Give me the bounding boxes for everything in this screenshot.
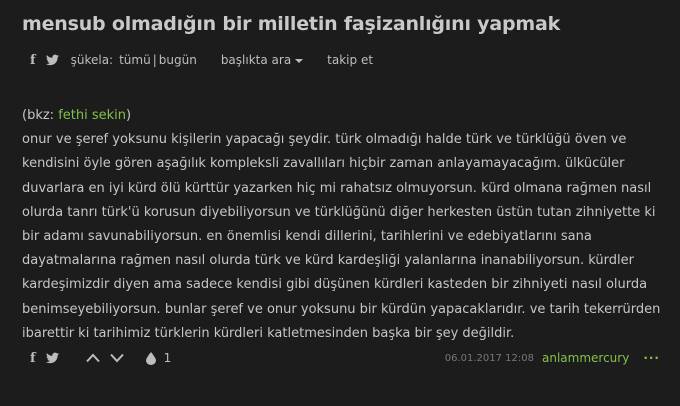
bkz-close: ) <box>126 108 132 123</box>
caret-down-icon <box>295 58 304 63</box>
entry-date[interactable]: 06.01.2017 12:08 <box>445 353 534 364</box>
topic-title[interactable]: mensub olmadığın bir milletin faşizanlığ… <box>22 13 560 35</box>
twitter-icon[interactable] <box>45 352 59 364</box>
search-in-topic-label: başlıkta ara <box>220 53 292 67</box>
facebook-icon[interactable]: f <box>30 351 36 366</box>
upvote-icon[interactable] <box>85 353 100 363</box>
filter-separator: | <box>152 53 157 67</box>
filter-all-link[interactable]: tümü <box>119 53 151 67</box>
entry-author[interactable]: anlammercury <box>542 351 629 365</box>
entry-body: onur ve şeref yoksunu kişilerin yapacağı… <box>22 132 661 341</box>
entry-meta: 06.01.2017 12:08 anlammercury ··· <box>445 351 660 365</box>
facebook-icon[interactable]: f <box>30 53 36 68</box>
filter-today-link[interactable]: bugün <box>159 53 197 67</box>
bkz-open: (bkz: <box>22 108 59 123</box>
sukela-label: şükela: <box>70 53 114 67</box>
entry-content: (bkz: fethi sekin) onur ve şeref yoksunu… <box>22 104 662 346</box>
more-icon[interactable]: ··· <box>643 351 660 365</box>
bkz-link[interactable]: fethi sekin <box>58 108 126 123</box>
entry-footer: f 1 06.01.2017 12:08 anlammercury ··· <box>30 348 670 368</box>
twitter-icon[interactable] <box>45 54 59 66</box>
follow-link[interactable]: takip et <box>327 53 373 67</box>
downvote-icon[interactable] <box>109 353 124 363</box>
search-in-topic-dropdown[interactable]: başlıkta ara <box>220 53 304 67</box>
bkz-reference: (bkz: fethi sekin) <box>22 104 662 128</box>
favorite-count[interactable]: 1 <box>164 351 172 365</box>
drop-icon[interactable] <box>145 351 156 365</box>
topic-subnav: f şükela: tümü | bugün başlıkta ara taki… <box>30 51 373 69</box>
